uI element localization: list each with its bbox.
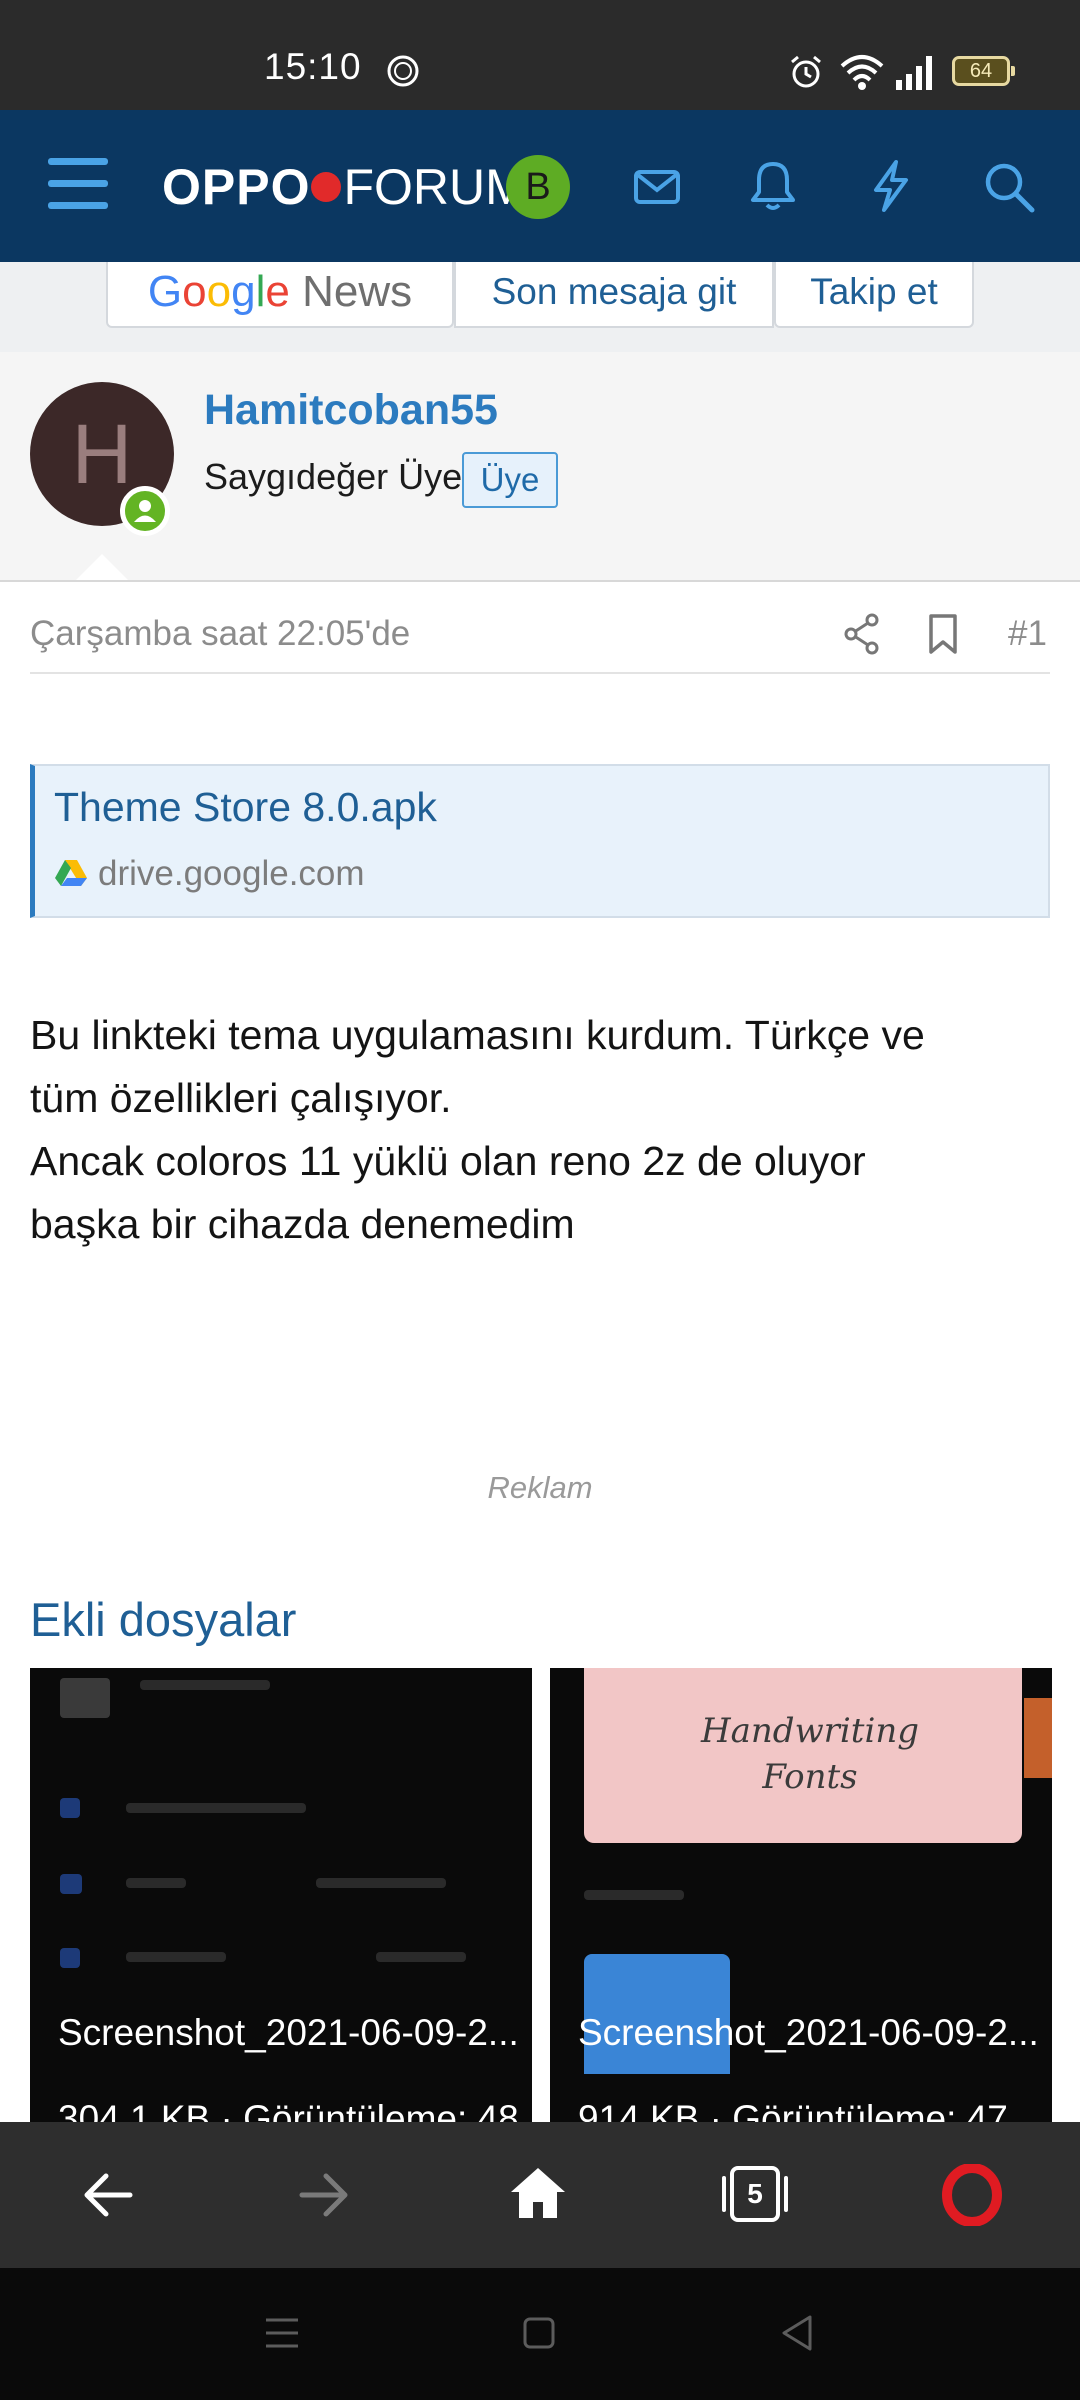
google-news-button[interactable]: Google News [106, 262, 454, 328]
attachment-card[interactable]: Screenshot_2021-06-09-2... 304.1 KB · Gö… [30, 1668, 532, 2128]
user-avatar[interactable]: B [506, 155, 570, 219]
thumbnail-wifi-icon [60, 1874, 82, 1894]
google-letter: o [206, 267, 232, 316]
bookmark-icon[interactable] [926, 612, 960, 656]
back-arrow-icon[interactable] [80, 2170, 136, 2220]
attachment-name: Screenshot_2021-06-09-2... [58, 2012, 519, 2053]
share-icon[interactable] [842, 612, 882, 656]
thumbnail-avatar [60, 1678, 110, 1718]
thumbnail-line [376, 1952, 466, 1962]
google-letter: l [255, 267, 266, 316]
home-icon[interactable] [508, 2164, 568, 2222]
logo-forum: FORUM [343, 159, 527, 215]
thumbnail-line [140, 1680, 270, 1690]
clock-icon [387, 55, 419, 87]
google-letter: o [182, 267, 207, 316]
thumbnail-line [126, 1952, 226, 1962]
opera-icon[interactable] [942, 2164, 1002, 2226]
battery-icon: 64 [952, 56, 1015, 86]
thumbnail-line [584, 1890, 684, 1900]
site-logo[interactable]: OPPO FORUM [162, 158, 527, 218]
tabs-count: 5 [747, 2178, 763, 2209]
back-triangle-icon[interactable] [780, 2314, 814, 2352]
battery-level: 64 [969, 60, 993, 82]
alarm-icon [791, 55, 821, 88]
thumbnail-bluetooth-icon [60, 1948, 80, 1968]
post-body: Bu linkteki tema uygulamasını kurdum. Tü… [30, 1004, 1050, 1256]
online-status-icon [120, 486, 170, 536]
divider [30, 672, 1050, 674]
post-date[interactable]: Çarşamba saat 22:05'de [30, 614, 410, 654]
google-letter: g [231, 267, 256, 316]
author-role-badge: Üye [462, 452, 558, 508]
attachment-name: Screenshot_2021-06-09-2... [578, 2012, 1039, 2053]
signal-icon [896, 56, 932, 90]
thumbnail-title: Handwriting Fonts [700, 1711, 919, 1797]
google-letter: e [265, 267, 290, 316]
google-news-suffix: News [302, 267, 413, 316]
link-domain: drive.google.com [98, 854, 365, 893]
author-title: Saygıdeğer Üye [204, 456, 463, 497]
menu-icon[interactable] [48, 158, 108, 210]
recent-apps-icon[interactable] [264, 2316, 300, 2350]
thumbnail-line [126, 1803, 306, 1813]
thumbnail-sim-icon [60, 1798, 80, 1818]
bolt-icon[interactable] [866, 158, 916, 214]
body-line: başka bir cihazda denemedim [30, 1201, 575, 1247]
follow-button[interactable]: Takip et [774, 262, 974, 328]
wifi-icon [840, 55, 884, 90]
thumbnail-line [126, 1878, 186, 1888]
logo-oppo: OPPO [162, 159, 311, 215]
google-drive-icon [55, 860, 87, 886]
body-line: tüm özellikleri çalışıyor. [30, 1075, 452, 1121]
attachment-card[interactable]: Handwriting Fonts Screenshot_2021-06-09-… [550, 1668, 1052, 2128]
attachments-title: Ekli dosyalar [30, 1593, 297, 1646]
body-line: Ancak coloros 11 yüklü olan reno 2z de o… [30, 1138, 866, 1184]
thumbnail-line [316, 1878, 446, 1888]
author-block-pointer [76, 554, 128, 580]
link-title[interactable]: Theme Store 8.0.apk [54, 784, 437, 831]
thumbnail-edge [1024, 1698, 1052, 1778]
mail-icon[interactable] [632, 162, 682, 212]
search-icon[interactable] [982, 160, 1036, 214]
status-time: 15:10 [264, 46, 362, 87]
author-name[interactable]: Hamitcoban55 [204, 386, 498, 435]
last-message-button[interactable]: Son mesaja git [454, 262, 774, 328]
ad-label: Reklam [487, 1470, 593, 1505]
body-line: Bu linkteki tema uygulamasını kurdum. Tü… [30, 1012, 925, 1058]
home-square-icon[interactable] [522, 2316, 556, 2350]
bell-icon[interactable] [748, 158, 798, 214]
google-letter: G [147, 267, 183, 316]
logo-dot-icon [311, 171, 342, 202]
tabs-button[interactable]: 5 [720, 2164, 790, 2224]
post-number[interactable]: #1 [1008, 614, 1047, 654]
forward-arrow-icon[interactable] [296, 2170, 352, 2220]
